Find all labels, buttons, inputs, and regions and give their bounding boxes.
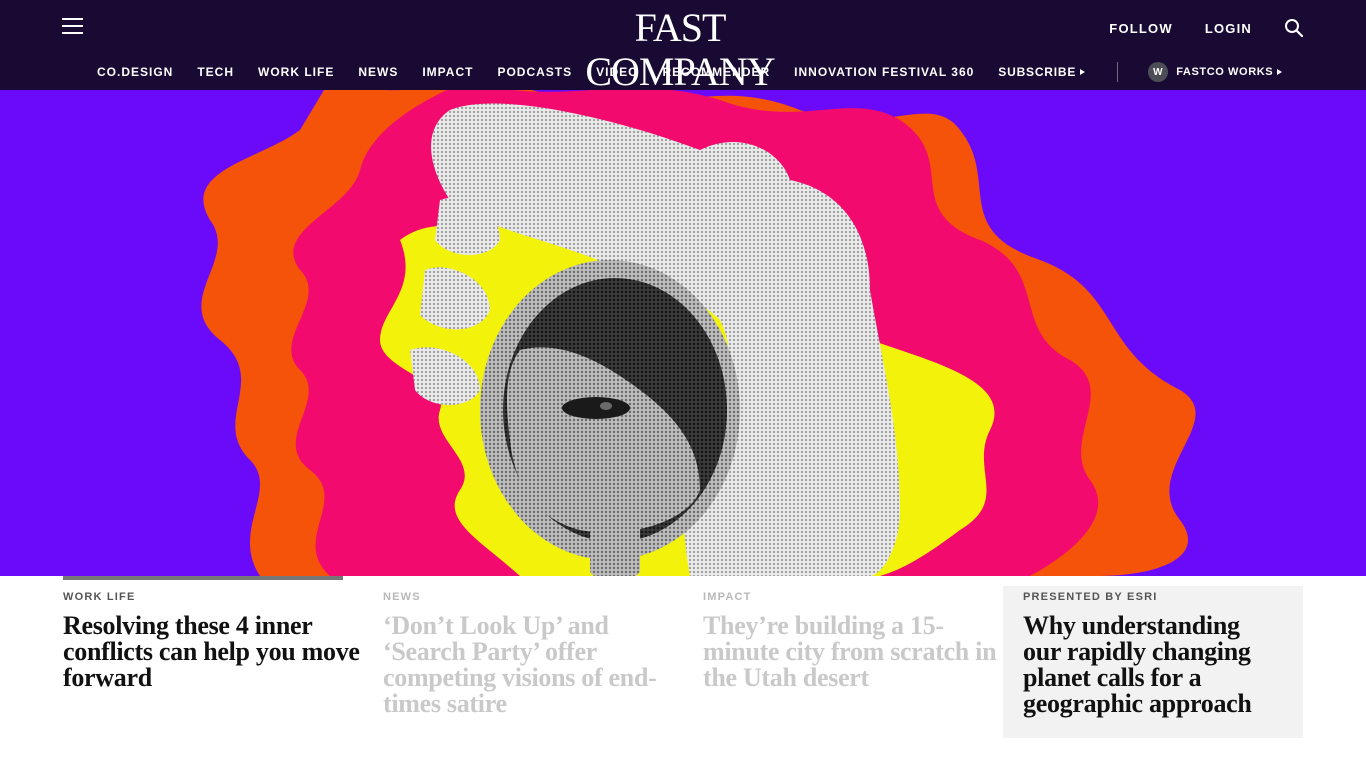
primary-nav: CO.DESIGN TECH WORK LIFE NEWS IMPACT POD… xyxy=(97,62,1283,82)
header-actions: FOLLOW LOGIN xyxy=(1109,16,1304,40)
article-headline[interactable]: Resolving these 4 inner conflicts can he… xyxy=(63,613,363,691)
nav-divider xyxy=(1117,62,1119,82)
article-headline[interactable]: Why understanding our rapidly changing p… xyxy=(1023,613,1283,717)
nav-item-recommender[interactable]: RECOMMENDER xyxy=(662,65,770,79)
nav-item-podcasts[interactable]: PODCASTS xyxy=(497,65,572,79)
nav-item-tech[interactable]: TECH xyxy=(197,65,234,79)
magnifier-handle xyxy=(590,510,640,576)
hamburger-menu-icon[interactable] xyxy=(62,18,84,36)
fastco-works-label: FASTCO WORKS xyxy=(1176,66,1274,78)
caret-right-icon xyxy=(1080,69,1086,75)
article-strip: WORK LIFE Resolving these 4 inner confli… xyxy=(0,576,1366,768)
caret-right-icon xyxy=(1277,69,1283,75)
sponsored-article-card[interactable]: PRESENTED BY ESRI Why understanding our … xyxy=(1003,586,1303,738)
article-kicker: IMPACT xyxy=(703,591,752,603)
sponsored-kicker: PRESENTED BY ESRI xyxy=(1023,591,1158,603)
fastco-works-link[interactable]: W FASTCO WORKS xyxy=(1148,62,1283,82)
article-kicker: WORK LIFE xyxy=(63,591,136,603)
article-card[interactable]: IMPACT They’re building a 15-minute city… xyxy=(703,576,1003,691)
article-card[interactable]: WORK LIFE Resolving these 4 inner confli… xyxy=(63,576,363,691)
eye xyxy=(562,397,630,419)
article-card[interactable]: NEWS ‘Don’t Look Up’ and ‘Search Party’ … xyxy=(383,576,683,717)
nav-item-codesign[interactable]: CO.DESIGN xyxy=(97,65,173,79)
follow-link[interactable]: FOLLOW xyxy=(1109,21,1173,36)
subscribe-link[interactable]: SUBSCRIBE xyxy=(998,65,1086,79)
active-indicator xyxy=(63,576,343,580)
search-icon[interactable] xyxy=(1284,18,1304,38)
nav-item-video[interactable]: VIDEO xyxy=(596,65,638,79)
article-headline[interactable]: ‘Don’t Look Up’ and ‘Search Party’ offer… xyxy=(383,613,683,717)
hero-image[interactable] xyxy=(0,90,1366,576)
fastco-works-badge-icon: W xyxy=(1148,62,1169,82)
article-headline[interactable]: They’re building a 15-minute city from s… xyxy=(703,613,1003,691)
site-logo[interactable]: FAST COMPANY xyxy=(560,6,800,94)
eye-highlight xyxy=(600,402,612,410)
article-kicker: NEWS xyxy=(383,591,421,603)
nav-item-work-life[interactable]: WORK LIFE xyxy=(258,65,334,79)
hero-illustration xyxy=(201,90,1196,576)
login-link[interactable]: LOGIN xyxy=(1205,21,1252,36)
nav-item-impact[interactable]: IMPACT xyxy=(422,65,473,79)
site-header: FAST COMPANY FOLLOW LOGIN CO.DESIGN TECH… xyxy=(0,0,1366,94)
subscribe-label: SUBSCRIBE xyxy=(998,65,1077,79)
nav-item-innovation-festival[interactable]: INNOVATION FESTIVAL 360 xyxy=(794,65,974,79)
nav-item-news[interactable]: NEWS xyxy=(358,65,398,79)
